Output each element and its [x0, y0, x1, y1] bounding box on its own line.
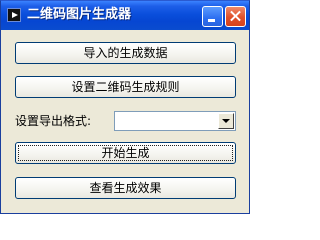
play-icon[interactable]: [7, 8, 21, 22]
start-generate-button[interactable]: 开始生成: [15, 142, 236, 164]
chevron-down-icon[interactable]: [218, 113, 234, 129]
title-bar[interactable]: 二维码图片生成器: [1, 1, 249, 30]
main-window: 二维码图片生成器 导入的生成数据 设置二维码生成规则 设置导出格式: 开始生成 …: [0, 0, 250, 214]
close-icon[interactable]: [225, 6, 246, 27]
view-results-button[interactable]: 查看生成效果: [15, 177, 236, 199]
set-rules-button[interactable]: 设置二维码生成规则: [15, 76, 236, 98]
export-format-select[interactable]: [114, 111, 236, 131]
window-title: 二维码图片生成器: [27, 7, 132, 22]
import-data-button[interactable]: 导入的生成数据: [15, 42, 236, 64]
export-format-label: 设置导出格式:: [15, 114, 92, 128]
minimize-icon[interactable]: [202, 6, 223, 27]
